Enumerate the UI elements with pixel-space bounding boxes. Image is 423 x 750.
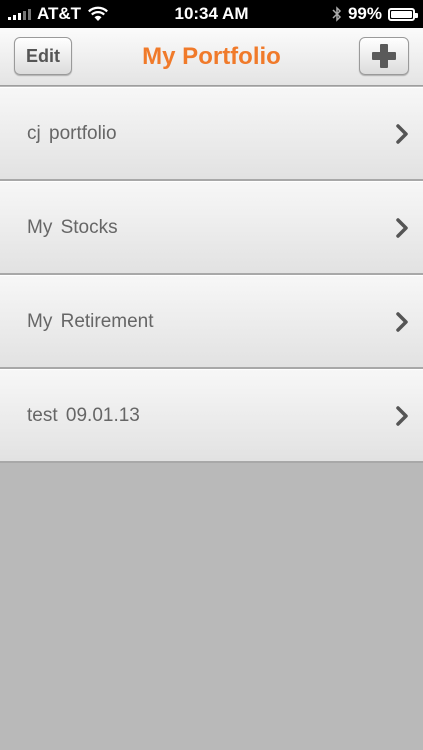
status-right: 99% xyxy=(332,4,418,24)
empty-background xyxy=(0,463,423,750)
portfolio-row[interactable]: My Stocks xyxy=(0,181,423,275)
add-portfolio-button[interactable] xyxy=(359,37,409,75)
portfolio-name: cj portfolio xyxy=(27,122,117,144)
portfolio-list: cj portfolio My Stocks My Retirement tes… xyxy=(0,87,423,463)
portfolio-name: My Retirement xyxy=(27,310,154,332)
portfolio-name: My Stocks xyxy=(27,216,118,238)
portfolio-name: test 09.01.13 xyxy=(27,404,140,426)
portfolio-row[interactable]: My Retirement xyxy=(0,275,423,369)
chevron-right-icon xyxy=(396,217,408,238)
navigation-bar: Edit My Portfolio xyxy=(0,28,423,86)
edit-button[interactable]: Edit xyxy=(14,37,72,75)
battery-icon xyxy=(388,7,418,21)
battery-fill xyxy=(391,10,412,18)
battery-percent: 99% xyxy=(347,4,382,23)
status-left: AT&T xyxy=(8,4,109,24)
page-title: My Portfolio xyxy=(142,42,281,70)
portfolio-row[interactable]: cj portfolio xyxy=(0,87,423,181)
chevron-right-icon xyxy=(396,405,408,426)
status-bar: AT&T 10:34 AM 99% xyxy=(0,0,423,28)
signal-strength-icon xyxy=(8,8,31,20)
carrier-label: AT&T xyxy=(37,4,82,23)
chevron-right-icon xyxy=(396,123,408,144)
bluetooth-icon xyxy=(332,6,342,22)
chevron-right-icon xyxy=(396,311,408,332)
plus-icon xyxy=(372,44,396,68)
wifi-icon xyxy=(88,6,109,21)
portfolio-row[interactable]: test 09.01.13 xyxy=(0,369,423,463)
screen: AT&T 10:34 AM 99% Edit My Portfolio cj p… xyxy=(0,0,423,750)
